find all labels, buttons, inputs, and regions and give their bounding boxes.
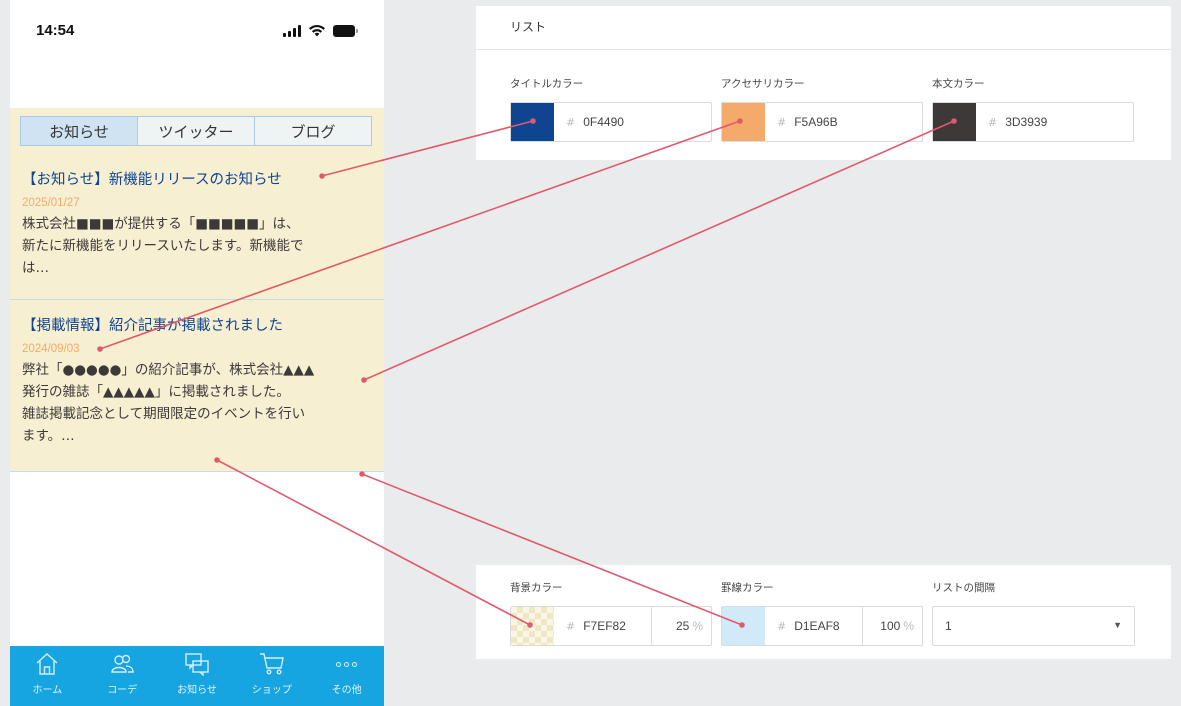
chat-icon [185,653,209,676]
signal-icon [283,25,301,37]
title-color-field: タイトルカラー # 0F4490 [510,76,712,142]
border-color-field: 罫線カラー # D1EAF8 100 % [721,580,923,646]
article-date: 2025/01/27 [22,197,80,209]
tab-blog[interactable]: ブログ [255,117,371,145]
accent-color-swatch[interactable] [722,103,765,141]
article-title[interactable]: 【掲載情報】紹介記事が掲載されました [22,314,372,335]
tabbar-item-news[interactable]: お知らせ [160,646,235,706]
tabbar-item-coordinate[interactable]: コーデ [85,646,160,706]
people-icon [111,654,134,673]
bg-alpha-input[interactable]: 25 % [651,607,711,645]
tab-news[interactable]: お知らせ [21,117,138,145]
status-time: 14:54 [36,22,75,39]
border-color-swatch[interactable] [722,607,765,645]
hash-symbol: # [988,115,998,129]
body-color-value[interactable]: 3D3939 [1005,115,1133,129]
bg-color-field: 背景カラー # F7EF82 25 % [510,580,712,646]
cart-icon [259,653,284,675]
percent-symbol: % [903,619,914,633]
news-tabs: お知らせ ツイッター ブログ [20,116,372,146]
tabbar-label: コーデ [107,685,138,696]
accent-color-input[interactable]: # F5A96B [721,102,923,142]
border-color-value[interactable]: D1EAF8 [794,619,862,633]
title-color-swatch[interactable] [511,103,554,141]
hash-symbol: # [777,115,787,129]
body-color-swatch[interactable] [933,103,976,141]
title-color-input[interactable]: # 0F4490 [510,102,712,142]
hash-symbol: # [777,619,787,633]
status-bar: 14:54 [10,0,384,60]
bg-color-value[interactable]: F7EF82 [583,619,651,633]
border-color-input[interactable]: # D1EAF8 100 % [721,606,923,646]
list-spacing-field: リストの間隔 1 ▼ [932,580,1135,646]
list-style-panel: 背景カラー # F7EF82 25 % 罫線カラー # D1EAF8 100 %… [476,565,1171,659]
bg-alpha-value[interactable]: 25 [676,619,689,633]
hash-symbol: # [566,619,576,633]
tab-twitter[interactable]: ツイッター [138,117,255,145]
article-body: 弊社「●●●●●」の紹介記事が、株式会社▲▲▲ 発行の雑誌「▲▲▲▲▲」に掲載さ… [22,362,315,444]
home-icon [36,653,58,675]
article-body: 株式会社■■■が提供する「■■■■■」は、 新たに新機能をリリースいたします。新… [22,216,304,276]
more-dots-icon [336,652,358,676]
news-list-area: お知らせ ツイッター ブログ 【お知らせ】新機能リリースのお知らせ 2025/0… [10,108,384,472]
border-alpha-input[interactable]: 100 % [862,607,922,645]
phone-preview: 14:54 お知らせ ツイッター ブログ 【お知らせ】新機能リリースのお知らせ … [10,0,384,706]
tabbar-label: ホーム [32,685,63,696]
status-icons [283,24,358,37]
battery-icon [333,25,358,37]
body-color-field: 本文カラー # 3D3939 [932,76,1134,142]
accent-color-value[interactable]: F5A96B [794,115,922,129]
list-item[interactable]: 【掲載情報】紹介記事が掲載されました 2024/09/03 弊社「●●●●●」の… [10,300,384,472]
border-color-label: 罫線カラー [721,582,774,594]
tabbar-label: その他 [331,685,362,696]
hash-symbol: # [566,115,576,129]
wifi-icon [309,24,325,37]
tabbar-item-more[interactable]: その他 [309,646,384,706]
article-date: 2024/09/03 [22,343,80,355]
list-spacing-value: 1 [945,619,952,633]
list-settings-panel: リスト タイトルカラー # 0F4490 アクセサリカラー # F5A96B 本… [476,6,1171,160]
panel-title: リスト [476,6,1171,50]
accent-color-field: アクセサリカラー # F5A96B [721,76,923,142]
percent-symbol: % [692,619,703,633]
list-spacing-select[interactable]: 1 ▼ [932,606,1135,646]
border-alpha-value[interactable]: 100 [880,619,900,633]
list-item[interactable]: 【お知らせ】新機能リリースのお知らせ 2025/01/27 株式会社■■■が提供… [10,154,384,300]
tabbar-label: ショップ [251,685,292,696]
bg-color-swatch[interactable] [511,607,554,645]
tabbar-item-home[interactable]: ホーム [10,646,85,706]
bottom-tab-bar: ホーム コーデ お知らせ ショップ その他 [10,646,384,706]
tabbar-item-shop[interactable]: ショップ [234,646,309,706]
list-spacing-label: リストの間隔 [932,582,995,594]
bg-color-input[interactable]: # F7EF82 25 % [510,606,712,646]
body-color-input[interactable]: # 3D3939 [932,102,1134,142]
bg-color-label: 背景カラー [510,582,563,594]
tabbar-label: お知らせ [177,685,217,696]
chevron-down-icon: ▼ [1113,620,1122,630]
accent-color-label: アクセサリカラー [721,78,805,90]
title-color-label: タイトルカラー [510,78,584,90]
body-color-label: 本文カラー [932,78,985,90]
title-color-value[interactable]: 0F4490 [583,115,711,129]
article-title[interactable]: 【お知らせ】新機能リリースのお知らせ [22,168,372,189]
